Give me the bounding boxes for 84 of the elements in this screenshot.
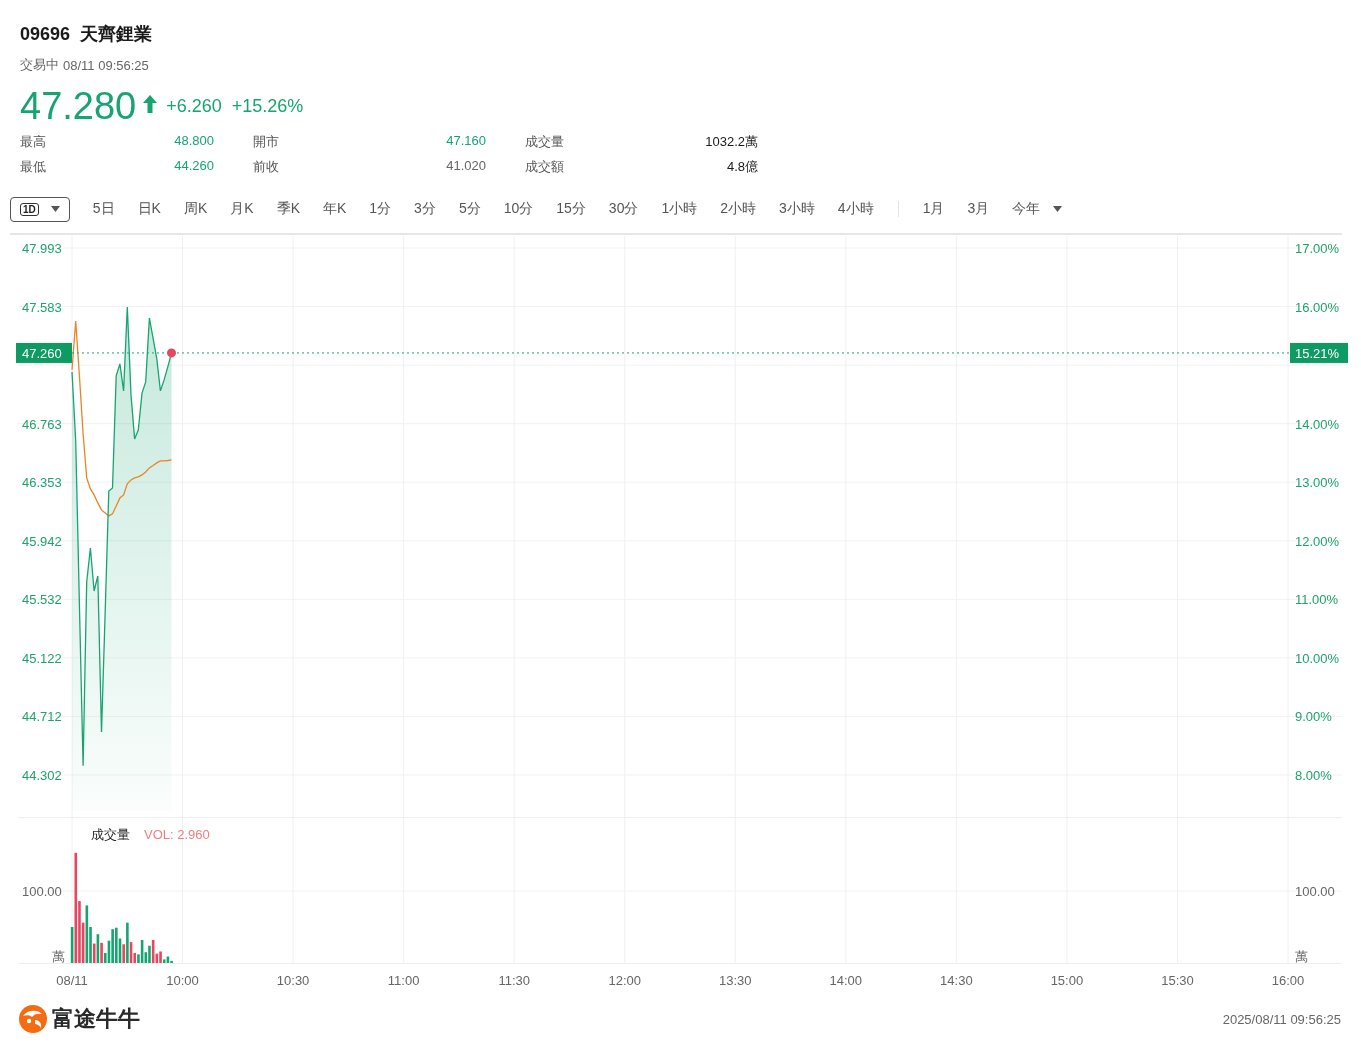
y-axis-label: 46.763 — [22, 416, 62, 432]
period-tab[interactable]: 4小時 — [837, 200, 874, 218]
stock-code: 09696 — [20, 23, 71, 45]
time-axis-label: 15:00 — [1050, 973, 1084, 988]
period-tab[interactable]: 15分 — [556, 200, 586, 218]
time-axis-label: 15:30 — [1161, 973, 1194, 988]
time-axis-label: 08/11 — [56, 973, 88, 988]
stat-label: 成交額 — [525, 158, 564, 176]
stat-value: 48.800 — [174, 133, 214, 150]
trading-status: 交易中 — [20, 56, 59, 74]
range-tab[interactable]: 3月 — [967, 200, 990, 218]
y-axis-label: 47.993 — [22, 241, 62, 256]
percent-axis-label: 8.00% — [1295, 767, 1332, 783]
y-axis-label: 45.942 — [22, 533, 62, 549]
time-axis-label: 14:30 — [940, 973, 973, 988]
period-tab[interactable]: 10分 — [503, 200, 534, 218]
stat-label: 前收 — [253, 158, 279, 176]
footer-timestamp: 2025/08/11 09:56:25 — [1222, 1011, 1341, 1027]
time-axis-label: 12:00 — [608, 973, 641, 988]
percent-axis-label: 14.00% — [1295, 416, 1340, 432]
stat-value: 47.160 — [446, 133, 486, 150]
time-axis-label: 13:30 — [719, 973, 752, 988]
price-change-percent: +15.26% — [231, 95, 304, 117]
range-tab[interactable]: 1月 — [922, 200, 945, 218]
stat-label: 開市 — [253, 133, 279, 151]
stat-label: 成交量 — [525, 133, 564, 151]
range-dropdown[interactable]: 今年 — [1012, 200, 1063, 218]
y-axis-label: 46.353 — [22, 475, 62, 491]
stock-name: 天齊鋰業 — [80, 23, 153, 46]
time-axis-label: 16:00 — [1271, 973, 1305, 988]
period-tab[interactable]: 1小時 — [661, 200, 698, 218]
period-tab[interactable]: 3小時 — [779, 200, 815, 218]
volume-axis-label: 100.00 — [22, 884, 62, 899]
time-axis-label: 11:30 — [498, 973, 530, 988]
percent-axis-label: 17.00% — [1295, 241, 1340, 256]
caret-icon — [1053, 206, 1063, 212]
stat-value: 41.020 — [446, 158, 486, 175]
period-tab[interactable]: 月K — [230, 200, 254, 218]
y-axis-label: 44.302 — [22, 767, 62, 783]
stat-label: 最低 — [20, 158, 46, 176]
period-tab[interactable]: 5日 — [92, 200, 115, 218]
volume-axis-label: 100.00 — [1295, 884, 1335, 899]
percent-axis-label: 10.00% — [1295, 650, 1340, 666]
stat-value: 1032.2萬 — [705, 133, 758, 151]
period-tab[interactable]: 3分 — [414, 200, 436, 218]
percent-axis-label: 11.00% — [1295, 592, 1339, 608]
caret-icon — [50, 206, 60, 212]
stat-label: 最高 — [20, 133, 46, 151]
y-axis-label: 45.122 — [22, 650, 62, 666]
period-tab[interactable]: 年K — [322, 200, 347, 218]
y-axis-label: 44.712 — [22, 709, 62, 725]
y-axis-label: 47.583 — [22, 299, 62, 315]
time-axis-label: 14:00 — [829, 973, 863, 988]
period-tab[interactable]: 1分 — [369, 200, 392, 218]
logo-icon — [18, 1004, 48, 1034]
percent-axis-label: 12.00% — [1295, 533, 1340, 549]
percent-axis-label: 9.00% — [1295, 709, 1332, 725]
last-price: 47.280 — [20, 84, 137, 128]
time-axis-label: 11:00 — [387, 973, 420, 988]
volume-title: 成交量 — [91, 827, 130, 842]
brand-name: 富途牛牛 — [52, 1005, 140, 1033]
quote-time: 08/11 09:56:25 — [63, 57, 149, 73]
time-axis-label: 10:30 — [276, 973, 310, 988]
period-tab[interactable]: 5分 — [458, 200, 481, 218]
price-change: +6.260 — [166, 95, 222, 117]
up-arrow-icon — [142, 94, 159, 114]
percent-axis-label: 16.00% — [1295, 299, 1340, 315]
period-tab[interactable]: 周K — [183, 200, 208, 218]
time-axis-label: 10:00 — [166, 973, 199, 988]
price-tag: 47.260 — [16, 342, 72, 363]
unit-label: 萬 — [52, 949, 65, 964]
unit-label: 萬 — [1295, 949, 1308, 964]
percent-axis-label: 13.00% — [1295, 475, 1340, 491]
volume-reading: VOL: 2.960 — [144, 827, 210, 842]
last-price-dot — [167, 348, 176, 358]
stat-value: 4.8億 — [726, 158, 758, 176]
period-tab[interactable]: 30分 — [608, 200, 639, 218]
period-dropdown[interactable]: 1D — [10, 196, 70, 222]
stat-value: 44.260 — [174, 158, 214, 175]
period-tab[interactable]: 日K — [137, 200, 161, 218]
period-tab[interactable]: 季K — [276, 200, 300, 218]
y-axis-label: 45.532 — [22, 592, 62, 608]
percent-tag: 15.21% — [1290, 342, 1348, 363]
period-tab[interactable]: 2小時 — [720, 200, 757, 218]
